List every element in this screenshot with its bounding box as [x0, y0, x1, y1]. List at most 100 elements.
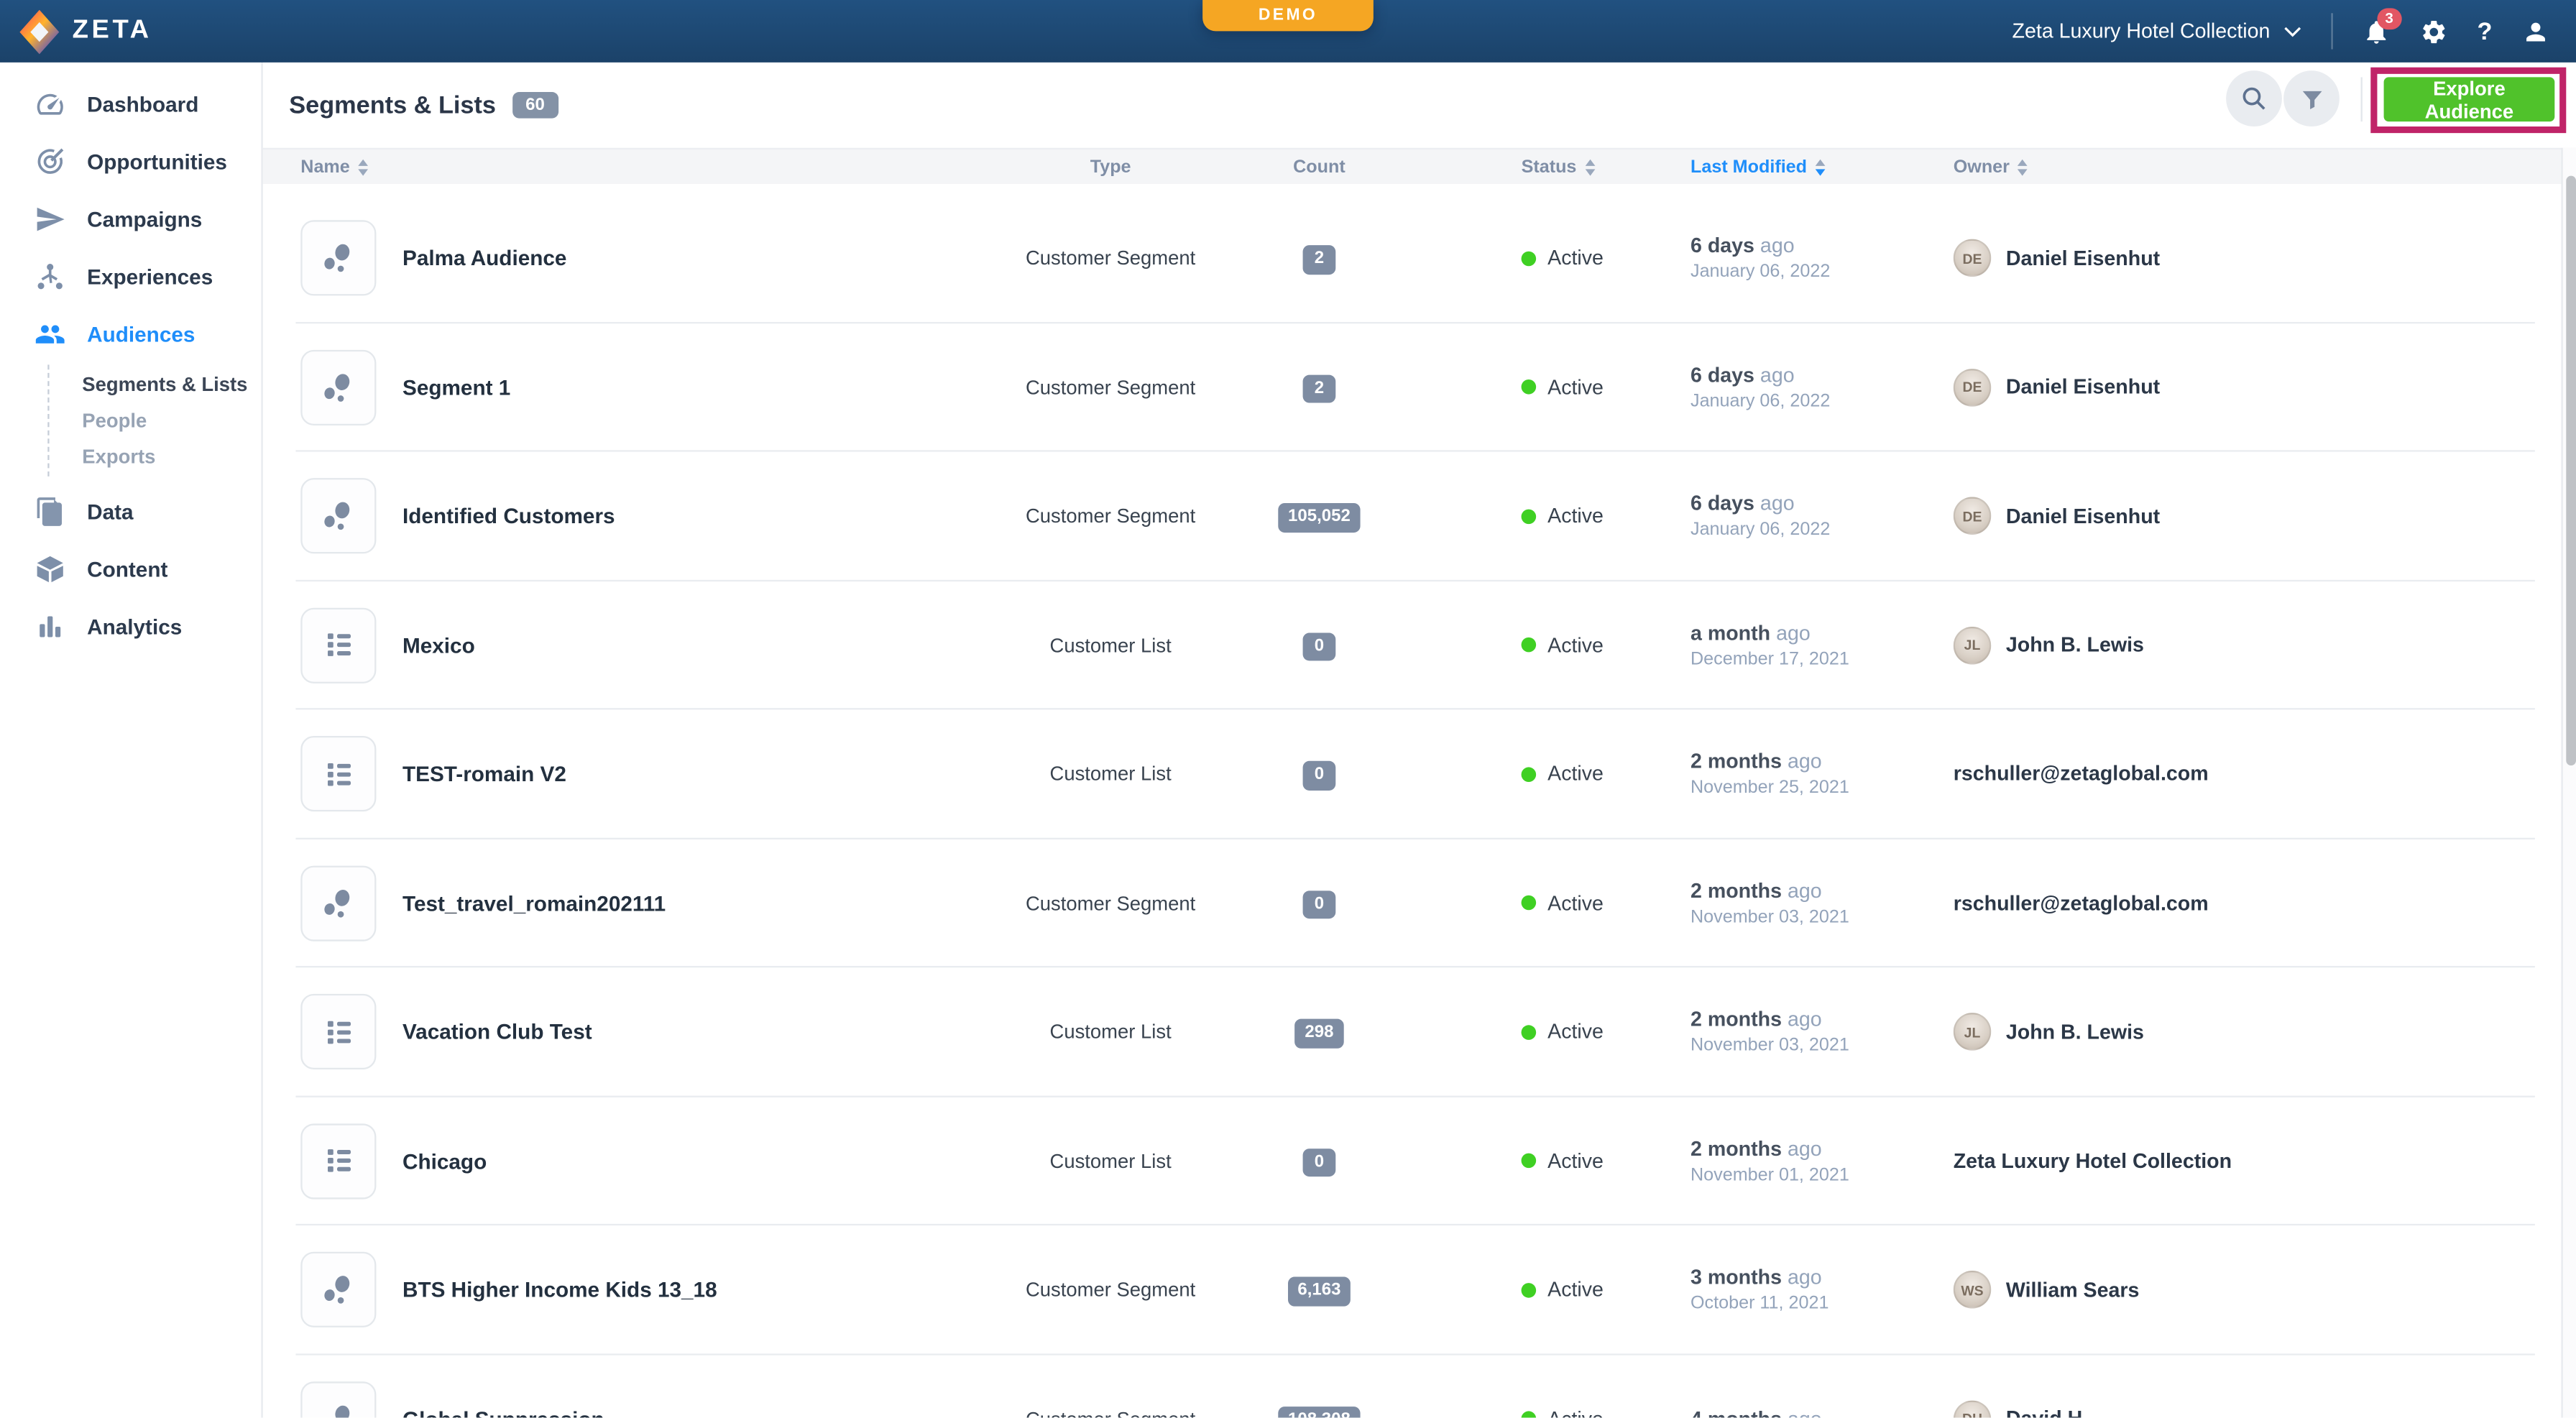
- table-row[interactable]: Chicago Customer List 0 Active 2 months …: [263, 1097, 2576, 1225]
- sidebar-item-content[interactable]: Content: [0, 540, 261, 598]
- row-status: Active: [1522, 1149, 1604, 1172]
- sidebar-item-exports[interactable]: Exports: [50, 438, 262, 474]
- explore-audience-button[interactable]: Explore Audience: [2384, 77, 2555, 121]
- table-row[interactable]: Test_travel_romain202111 Customer Segmen…: [263, 839, 2576, 967]
- owner-avatar: DH: [1954, 1400, 1992, 1418]
- sidebar-item-campaigns[interactable]: Campaigns: [0, 190, 261, 248]
- row-last-modified: 4 months ago: [1690, 1407, 1822, 1417]
- user-menu-button[interactable]: [2522, 17, 2550, 45]
- sidebar-item-opportunities[interactable]: Opportunities: [0, 133, 261, 190]
- row-status: Active: [1522, 505, 1604, 528]
- status-label: Active: [1547, 634, 1604, 657]
- sidebar-item-analytics[interactable]: Analytics: [0, 598, 261, 655]
- relative-time-suffix: ago: [1760, 364, 1795, 387]
- table-row[interactable]: Identified Customers Customer Segment 10…: [263, 452, 2576, 581]
- sidebar-item-label: Audiences: [87, 322, 195, 346]
- column-label: Count: [1293, 157, 1346, 176]
- row-type-icon-tile: [300, 865, 376, 941]
- relative-time-suffix: ago: [1788, 1266, 1822, 1289]
- relative-time-suffix: ago: [1760, 234, 1795, 257]
- sidebar-item-dashboard[interactable]: Dashboard: [0, 75, 261, 133]
- column-label: Last Modified: [1690, 157, 1807, 176]
- modified-date: November 03, 2021: [1690, 1036, 1849, 1056]
- relative-time-suffix: ago: [1776, 622, 1811, 645]
- row-count-badge: 105,052: [1278, 504, 1360, 533]
- status-active-dot: [1522, 1412, 1537, 1418]
- relative-time-suffix: ago: [1760, 492, 1795, 515]
- settings-button[interactable]: [2419, 17, 2447, 45]
- table-row[interactable]: TEST-romain V2 Customer List 0 Active 2 …: [263, 709, 2576, 838]
- row-name: Mexico: [402, 633, 475, 658]
- sidebar-item-experiences[interactable]: Experiences: [0, 248, 261, 305]
- owner-name: rschuller@zetaglobal.com: [1954, 892, 2209, 915]
- status-label: Active: [1547, 1407, 1604, 1417]
- chevron-down-icon: [2283, 25, 2301, 37]
- modified-date: November 01, 2021: [1690, 1165, 1849, 1184]
- sidebar-item-audiences[interactable]: Audiences: [0, 305, 261, 363]
- row-count-badge: 0: [1303, 890, 1336, 919]
- row-count-badge: 2: [1303, 246, 1336, 275]
- row-type-icon: [321, 1015, 356, 1049]
- sidebar-item-segments-lists[interactable]: Segments & Lists: [50, 367, 262, 402]
- sort-arrows-icon: [358, 159, 368, 175]
- top-navigation-bar: ZETA DEMO Zeta Luxury Hotel Collection 3: [0, 0, 2576, 63]
- modified-date: October 11, 2021: [1690, 1294, 1828, 1314]
- row-name: Test_travel_romain202111: [402, 890, 666, 915]
- help-button[interactable]: ?: [2477, 17, 2492, 45]
- row-type: Customer Segment: [979, 1407, 1242, 1417]
- row-status: Active: [1522, 763, 1604, 786]
- table-row[interactable]: Segment 1 Customer Segment 2 Active 6 da…: [263, 323, 2576, 451]
- row-type-icon-tile: [300, 349, 376, 425]
- notifications-button[interactable]: 3: [2362, 17, 2390, 45]
- sidebar-item-label: Analytics: [87, 614, 182, 639]
- gear-icon: [2419, 17, 2447, 45]
- relative-time-suffix: ago: [1788, 1407, 1822, 1417]
- row-count: 6,163: [1220, 1274, 1417, 1307]
- account-switcher[interactable]: Zeta Luxury Hotel Collection: [2012, 19, 2301, 42]
- column-header-owner[interactable]: Owner: [1954, 149, 2028, 184]
- sidebar-item-people[interactable]: People: [50, 402, 262, 438]
- app-window: ZETA DEMO Zeta Luxury Hotel Collection 3: [0, 0, 2576, 1418]
- row-name: Palma Audience: [402, 246, 566, 270]
- search-button[interactable]: [2226, 70, 2282, 126]
- row-type-icon: [321, 1272, 356, 1308]
- data-icon: [34, 496, 65, 527]
- status-active-dot: [1522, 1283, 1537, 1298]
- row-type: Customer Segment: [979, 376, 1242, 399]
- row-type: Customer Segment: [979, 247, 1242, 270]
- table-row[interactable]: BTS Higher Income Kids 13_18 Customer Se…: [263, 1225, 2576, 1354]
- modified-date: November 25, 2021: [1690, 778, 1849, 798]
- row-last-modified: 6 days ago January 06, 2022: [1690, 234, 1830, 282]
- status-label: Active: [1547, 376, 1604, 399]
- row-owner: rschuller@zetaglobal.com: [1954, 892, 2209, 915]
- row-name: Identified Customers: [402, 504, 615, 528]
- audiences-icon: [34, 318, 65, 349]
- row-type-icon-tile: [300, 607, 376, 683]
- row-status: Active: [1522, 892, 1604, 915]
- scrollbar-track: [2561, 148, 2576, 1418]
- row-type-icon-tile: [300, 479, 376, 554]
- row-name: Chicago: [402, 1148, 487, 1173]
- column-header-last-modified[interactable]: Last Modified: [1690, 149, 1825, 184]
- modified-date: November 03, 2021: [1690, 907, 1849, 926]
- relative-time: 6 days: [1690, 492, 1754, 515]
- row-type-icon: [321, 498, 356, 534]
- table-row[interactable]: Mexico Customer List 0 Active a month ag…: [263, 581, 2576, 709]
- column-header-status[interactable]: Status: [1522, 149, 1595, 184]
- filter-button[interactable]: [2283, 70, 2340, 126]
- owner-avatar: JL: [1954, 1013, 1992, 1051]
- column-header-name[interactable]: Name: [300, 149, 368, 184]
- owner-avatar: DE: [1954, 497, 1992, 535]
- row-last-modified: 2 months ago November 03, 2021: [1690, 1008, 1849, 1056]
- status-label: Active: [1547, 763, 1604, 786]
- owner-name: John B. Lewis: [2006, 634, 2144, 657]
- table-row[interactable]: Global Suppression Customer Segment 108,…: [263, 1355, 2576, 1418]
- table-row[interactable]: Vacation Club Test Customer List 298 Act…: [263, 967, 2576, 1096]
- table-row[interactable]: Palma Audience Customer Segment 2 Active…: [263, 194, 2576, 323]
- relative-time: 6 days: [1690, 234, 1754, 257]
- row-count-badge: 108,308: [1278, 1407, 1360, 1418]
- row-type-icon: [321, 369, 356, 405]
- sidebar-item-data[interactable]: Data: [0, 483, 261, 540]
- topbar-divider: [2331, 13, 2332, 49]
- scrollbar-thumb[interactable]: [2565, 176, 2575, 766]
